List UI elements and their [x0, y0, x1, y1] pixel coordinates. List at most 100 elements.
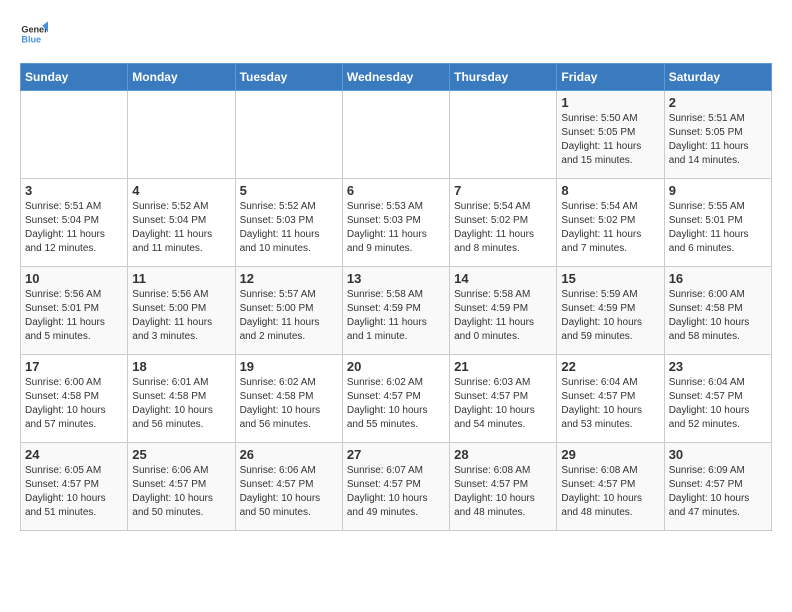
calendar-cell: 30Sunrise: 6:09 AM Sunset: 4:57 PM Dayli… [664, 443, 771, 531]
day-number: 17 [25, 359, 123, 374]
day-number: 19 [240, 359, 338, 374]
day-number: 21 [454, 359, 552, 374]
day-number: 18 [132, 359, 230, 374]
day-number: 7 [454, 183, 552, 198]
calendar-cell [450, 91, 557, 179]
header-row: SundayMondayTuesdayWednesdayThursdayFrid… [21, 64, 772, 91]
header-day: Friday [557, 64, 664, 91]
day-info: Sunrise: 6:02 AM Sunset: 4:58 PM Dayligh… [240, 376, 338, 432]
day-number: 27 [347, 447, 445, 462]
day-number: 9 [669, 183, 767, 198]
day-number: 8 [561, 183, 659, 198]
logo: General Blue [20, 20, 48, 48]
calendar-cell: 7 Sunrise: 5:54 AM Sunset: 5:02 PM Daylig… [450, 179, 557, 267]
day-number: 5 [240, 183, 338, 198]
day-number: 13 [347, 271, 445, 286]
calendar-cell: 28Sunrise: 6:08 AM Sunset: 4:57 PM Dayli… [450, 443, 557, 531]
day-number: 10 [25, 271, 123, 286]
day-info: Sunrise: 5:54 AM Sunset: 5:02 PM Dayligh… [561, 200, 659, 256]
calendar-cell: 14 Sunrise: 5:58 AM Sunset: 4:59 PM Dayli… [450, 267, 557, 355]
calendar-week-row: 10 Sunrise: 5:56 AM Sunset: 5:01 PM Dayli… [21, 267, 772, 355]
day-info: Sunrise: 5:57 AM Sunset: 5:00 PM Dayligh… [240, 288, 338, 344]
calendar-cell: 18 Sunrise: 6:01 AM Sunset: 4:58 PM Dayli… [128, 355, 235, 443]
day-info: Sunrise: 6:04 AM Sunset: 4:57 PM Dayligh… [561, 376, 659, 432]
day-info: Sunrise: 6:01 AM Sunset: 4:58 PM Dayligh… [132, 376, 230, 432]
day-number: 11 [132, 271, 230, 286]
day-info: Sunrise: 6:07 AM Sunset: 4:57 PM Dayligh… [347, 464, 445, 520]
day-info: Sunrise: 5:58 AM Sunset: 4:59 PM Dayligh… [347, 288, 445, 344]
day-info: Sunrise: 5:58 AM Sunset: 4:59 PM Dayligh… [454, 288, 552, 344]
calendar-week-row: 1 Sunrise: 5:50 AM Sunset: 5:05 PM Daylig… [21, 91, 772, 179]
day-info: Sunrise: 5:51 AM Sunset: 5:05 PM Dayligh… [669, 112, 767, 168]
day-info: Sunrise: 5:56 AM Sunset: 5:00 PM Dayligh… [132, 288, 230, 344]
calendar-cell: 5 Sunrise: 5:52 AM Sunset: 5:03 PM Daylig… [235, 179, 342, 267]
day-info: Sunrise: 6:00 AM Sunset: 4:58 PM Dayligh… [669, 288, 767, 344]
day-info: Sunrise: 6:09 AM Sunset: 4:57 PM Dayligh… [669, 464, 767, 520]
header-day: Wednesday [342, 64, 449, 91]
day-info: Sunrise: 5:54 AM Sunset: 5:02 PM Dayligh… [454, 200, 552, 256]
day-info: Sunrise: 5:53 AM Sunset: 5:03 PM Dayligh… [347, 200, 445, 256]
day-number: 6 [347, 183, 445, 198]
day-number: 28 [454, 447, 552, 462]
day-number: 16 [669, 271, 767, 286]
day-info: Sunrise: 6:03 AM Sunset: 4:57 PM Dayligh… [454, 376, 552, 432]
day-number: 26 [240, 447, 338, 462]
calendar-cell: 3 Sunrise: 5:51 AM Sunset: 5:04 PM Daylig… [21, 179, 128, 267]
calendar-cell [235, 91, 342, 179]
header-day: Thursday [450, 64, 557, 91]
day-number: 24 [25, 447, 123, 462]
day-info: Sunrise: 6:04 AM Sunset: 4:57 PM Dayligh… [669, 376, 767, 432]
header-day: Tuesday [235, 64, 342, 91]
calendar-cell [342, 91, 449, 179]
header-day: Saturday [664, 64, 771, 91]
calendar-cell: 24 Sunrise: 6:05 AM Sunset: 4:57 PM Dayli… [21, 443, 128, 531]
calendar-cell: 6 Sunrise: 5:53 AM Sunset: 5:03 PM Daylig… [342, 179, 449, 267]
calendar-cell: 16 Sunrise: 6:00 AM Sunset: 4:58 PM Dayli… [664, 267, 771, 355]
svg-text:Blue: Blue [21, 34, 41, 44]
calendar-cell: 12 Sunrise: 5:57 AM Sunset: 5:00 PM Dayli… [235, 267, 342, 355]
calendar-cell [128, 91, 235, 179]
calendar-cell: 15 Sunrise: 5:59 AM Sunset: 4:59 PM Dayli… [557, 267, 664, 355]
calendar-cell: 13 Sunrise: 5:58 AM Sunset: 4:59 PM Dayli… [342, 267, 449, 355]
calendar-cell: 4 Sunrise: 5:52 AM Sunset: 5:04 PM Daylig… [128, 179, 235, 267]
day-number: 14 [454, 271, 552, 286]
day-info: Sunrise: 5:51 AM Sunset: 5:04 PM Dayligh… [25, 200, 123, 256]
logo-icon: General Blue [20, 20, 48, 48]
calendar-cell: 17 Sunrise: 6:00 AM Sunset: 4:58 PM Dayli… [21, 355, 128, 443]
day-number: 23 [669, 359, 767, 374]
day-info: Sunrise: 6:02 AM Sunset: 4:57 PM Dayligh… [347, 376, 445, 432]
day-number: 4 [132, 183, 230, 198]
calendar-cell: 1 Sunrise: 5:50 AM Sunset: 5:05 PM Daylig… [557, 91, 664, 179]
day-info: Sunrise: 5:52 AM Sunset: 5:03 PM Dayligh… [240, 200, 338, 256]
day-info: Sunrise: 6:00 AM Sunset: 4:58 PM Dayligh… [25, 376, 123, 432]
calendar-week-row: 17 Sunrise: 6:00 AM Sunset: 4:58 PM Dayli… [21, 355, 772, 443]
page-header: General Blue [20, 20, 772, 48]
day-number: 15 [561, 271, 659, 286]
calendar-table: SundayMondayTuesdayWednesdayThursdayFrid… [20, 63, 772, 531]
calendar-cell: 8 Sunrise: 5:54 AM Sunset: 5:02 PM Daylig… [557, 179, 664, 267]
calendar-week-row: 3 Sunrise: 5:51 AM Sunset: 5:04 PM Daylig… [21, 179, 772, 267]
day-number: 12 [240, 271, 338, 286]
calendar-cell: 2Sunrise: 5:51 AM Sunset: 5:05 PM Daylig… [664, 91, 771, 179]
day-info: Sunrise: 5:59 AM Sunset: 4:59 PM Dayligh… [561, 288, 659, 344]
day-info: Sunrise: 5:52 AM Sunset: 5:04 PM Dayligh… [132, 200, 230, 256]
calendar-cell: 21 Sunrise: 6:03 AM Sunset: 4:57 PM Dayli… [450, 355, 557, 443]
day-number: 1 [561, 95, 659, 110]
day-info: Sunrise: 5:55 AM Sunset: 5:01 PM Dayligh… [669, 200, 767, 256]
calendar-cell: 10 Sunrise: 5:56 AM Sunset: 5:01 PM Dayli… [21, 267, 128, 355]
calendar-week-row: 24 Sunrise: 6:05 AM Sunset: 4:57 PM Dayli… [21, 443, 772, 531]
calendar-cell: 19 Sunrise: 6:02 AM Sunset: 4:58 PM Dayli… [235, 355, 342, 443]
calendar-cell: 22Sunrise: 6:04 AM Sunset: 4:57 PM Dayli… [557, 355, 664, 443]
calendar-cell: 11 Sunrise: 5:56 AM Sunset: 5:00 PM Dayli… [128, 267, 235, 355]
calendar-cell: 27 Sunrise: 6:07 AM Sunset: 4:57 PM Dayli… [342, 443, 449, 531]
header-day: Monday [128, 64, 235, 91]
day-info: Sunrise: 6:06 AM Sunset: 4:57 PM Dayligh… [240, 464, 338, 520]
day-number: 3 [25, 183, 123, 198]
calendar-cell: 9 Sunrise: 5:55 AM Sunset: 5:01 PM Daylig… [664, 179, 771, 267]
day-info: Sunrise: 5:50 AM Sunset: 5:05 PM Dayligh… [561, 112, 659, 168]
header-day: Sunday [21, 64, 128, 91]
day-info: Sunrise: 5:56 AM Sunset: 5:01 PM Dayligh… [25, 288, 123, 344]
day-info: Sunrise: 6:05 AM Sunset: 4:57 PM Dayligh… [25, 464, 123, 520]
day-number: 20 [347, 359, 445, 374]
calendar-cell: 23 Sunrise: 6:04 AM Sunset: 4:57 PM Dayli… [664, 355, 771, 443]
